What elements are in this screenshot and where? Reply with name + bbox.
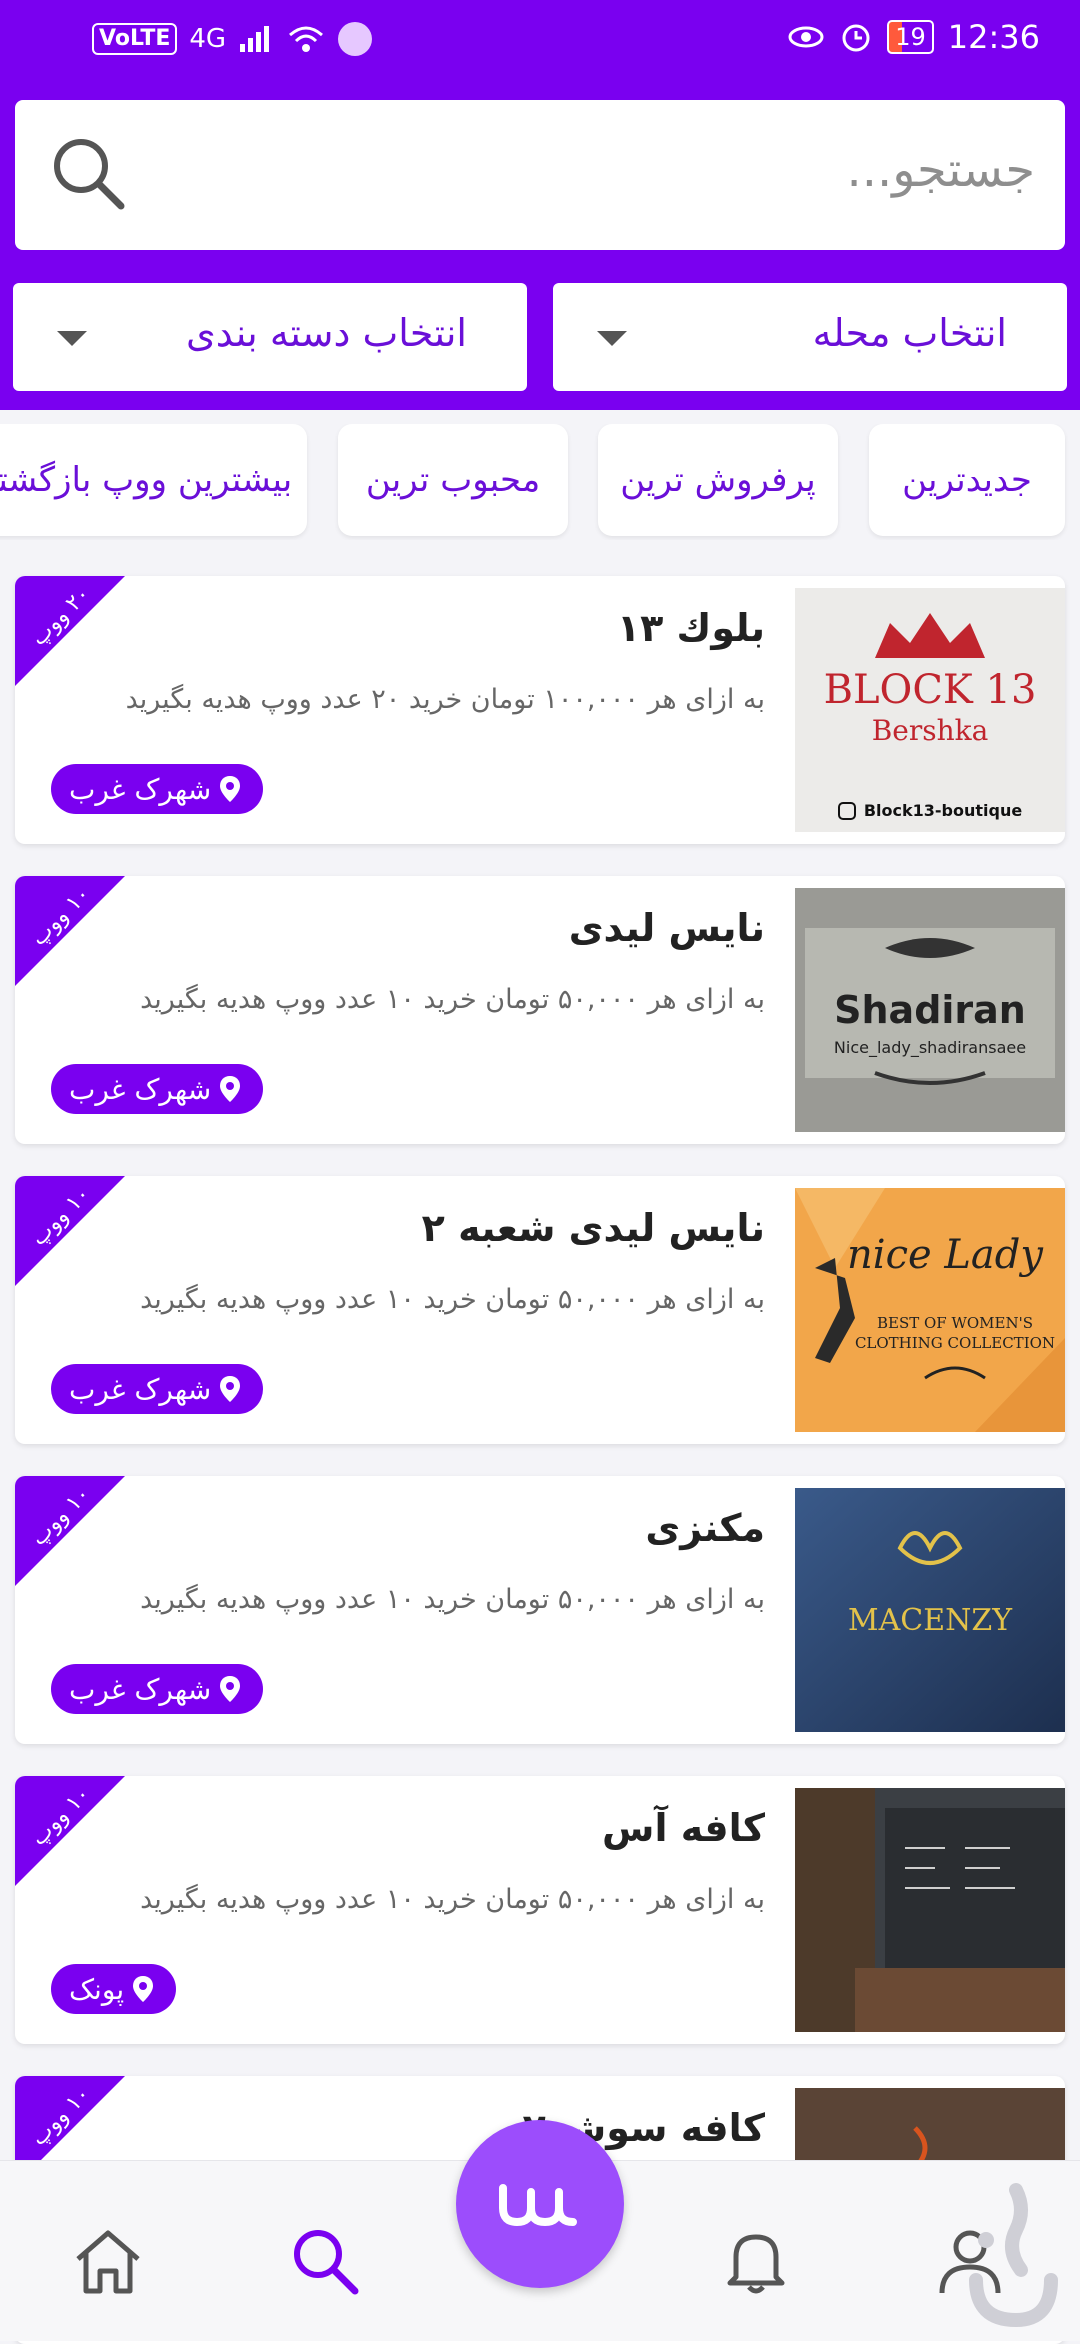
thumb-text: BLOCK 13 xyxy=(824,667,1037,713)
location-pin-icon xyxy=(220,776,241,802)
store-card[interactable]: ۱۰ ووپ کافه آس به ازای هر ۵۰,۰۰۰ تومان خ… xyxy=(15,1776,1065,2044)
store-card[interactable]: Shadiran Nice_lady_shadiransaee ۱۰ ووپ ن… xyxy=(15,876,1065,1144)
store-offer: به ازای هر ۵۰,۰۰۰ تومان خرید ۱۰ عدد ووپ … xyxy=(140,984,765,1015)
volte-indicator: VoLTE xyxy=(92,23,178,55)
location-pin-icon xyxy=(220,1076,241,1102)
thumb-text: Block13-boutique xyxy=(864,801,1023,820)
location-label: پونک xyxy=(69,1972,125,2006)
store-card[interactable]: BLOCK 13 Bershka Block13-boutique ۲۰ ووپ… xyxy=(15,576,1065,844)
network-type: 4G xyxy=(189,24,227,54)
search-input[interactable]: جستجو... xyxy=(15,100,1065,250)
chip-most-woop-return[interactable]: بیشترین ووپ بازگشتی xyxy=(0,424,307,536)
location-pin-icon xyxy=(133,1976,154,2002)
search-icon[interactable] xyxy=(45,130,135,220)
store-offer: به ازای هر ۵۰,۰۰۰ تومان خرید ۱۰ عدد ووپ … xyxy=(140,1884,765,1915)
location-label: شهرک غرب xyxy=(69,1072,212,1106)
store-thumbnail: nice Lady BEST OF WOMEN'S CLOTHING COLLE… xyxy=(795,1188,1065,1432)
home-icon[interactable] xyxy=(68,2221,148,2301)
store-name: نایس لیدی شعبه ۲ xyxy=(421,1206,765,1250)
eye-comfort-icon xyxy=(788,26,824,48)
location-badge[interactable]: شهرک غرب xyxy=(51,764,264,814)
store-card[interactable]: MACENZY ۱۰ ووپ مکنزی به ازای هر ۵۰,۰۰۰ ت… xyxy=(15,1476,1065,1744)
chevron-down-icon xyxy=(597,331,627,346)
store-thumbnail: BLOCK 13 Bershka Block13-boutique xyxy=(795,588,1065,832)
thumb-text: BEST OF WOMEN'S xyxy=(877,1314,1033,1332)
chevron-down-icon xyxy=(57,331,87,346)
battery-indicator: 19 xyxy=(887,20,934,54)
woop-fab-button[interactable] xyxy=(456,2120,624,2288)
thumb-text: Bershka xyxy=(872,714,989,747)
location-pin-icon xyxy=(220,1676,241,1702)
chip-best-selling[interactable]: پرفروش ترین xyxy=(598,424,838,536)
app-header: VoLTE 4G 19 12:36 جستجو... انتخاب محله ا… xyxy=(0,0,1080,410)
woop-logo-icon xyxy=(499,2184,577,2227)
location-label: شهرک غرب xyxy=(69,1372,212,1406)
alarm-icon xyxy=(842,24,870,52)
thumb-text: CLOTHING COLLECTION xyxy=(855,1334,1055,1352)
notification-dot-icon xyxy=(338,22,373,56)
store-name: مکنزی xyxy=(645,1506,765,1550)
store-offer: به ازای هر ۵۰,۰۰۰ تومان خرید ۱۰ عدد ووپ … xyxy=(140,1284,765,1315)
chip-newest[interactable]: جدیدترین xyxy=(869,424,1065,536)
signal-icon xyxy=(240,26,270,52)
store-name: بلوك ۱۳ xyxy=(616,606,765,650)
bell-icon[interactable] xyxy=(716,2221,796,2301)
cafebazaar-watermark-icon xyxy=(969,2183,1058,2328)
neighborhood-select[interactable]: انتخاب محله xyxy=(553,283,1067,391)
location-label: شهرک غرب xyxy=(69,1672,212,1706)
search-placeholder: جستجو... xyxy=(846,142,1035,198)
status-bar: VoLTE 4G 19 12:36 xyxy=(0,0,1080,84)
neighborhood-select-label: انتخاب محله xyxy=(812,311,1007,355)
store-offer: به ازای هر ۵۰,۰۰۰ تومان خرید ۱۰ عدد ووپ … xyxy=(140,1584,765,1615)
location-label: شهرک غرب xyxy=(69,772,212,806)
store-thumbnail: MACENZY xyxy=(795,1488,1065,1732)
thumb-text: MACENZY xyxy=(848,1603,1013,1638)
thumb-text: nice Lady xyxy=(847,1232,1044,1278)
store-thumbnail xyxy=(795,1788,1065,2032)
thumb-text: Nice_lady_shadiransaee xyxy=(834,1038,1026,1058)
clock: 12:36 xyxy=(947,18,1040,56)
search-icon[interactable] xyxy=(285,2221,365,2301)
thumb-text: Shadiran xyxy=(834,988,1026,1032)
store-name: نایس لیدی xyxy=(568,906,765,950)
location-pin-icon xyxy=(220,1376,241,1402)
location-badge[interactable]: شهرک غرب xyxy=(51,1664,264,1714)
store-thumbnail: Shadiran Nice_lady_shadiransaee xyxy=(795,888,1065,1132)
location-badge[interactable]: پونک xyxy=(51,1964,177,2014)
category-select-label: انتخاب دسته بندی xyxy=(186,311,467,355)
store-offer: به ازای هر ۱۰۰,۰۰۰ تومان خرید ۲۰ عدد ووپ… xyxy=(125,684,765,715)
wifi-icon xyxy=(289,26,324,52)
location-badge[interactable]: شهرک غرب xyxy=(51,1064,264,1114)
location-badge[interactable]: شهرک غرب xyxy=(51,1364,264,1414)
chip-most-popular[interactable]: محبوب ترین xyxy=(338,424,568,536)
store-name: کافه آس xyxy=(602,1806,765,1850)
category-select[interactable]: انتخاب دسته بندی xyxy=(13,283,527,391)
store-card[interactable]: nice Lady BEST OF WOMEN'S CLOTHING COLLE… xyxy=(15,1176,1065,1444)
sort-chips: جدیدترین پرفروش ترین محبوب ترین بیشترین … xyxy=(0,424,1080,540)
